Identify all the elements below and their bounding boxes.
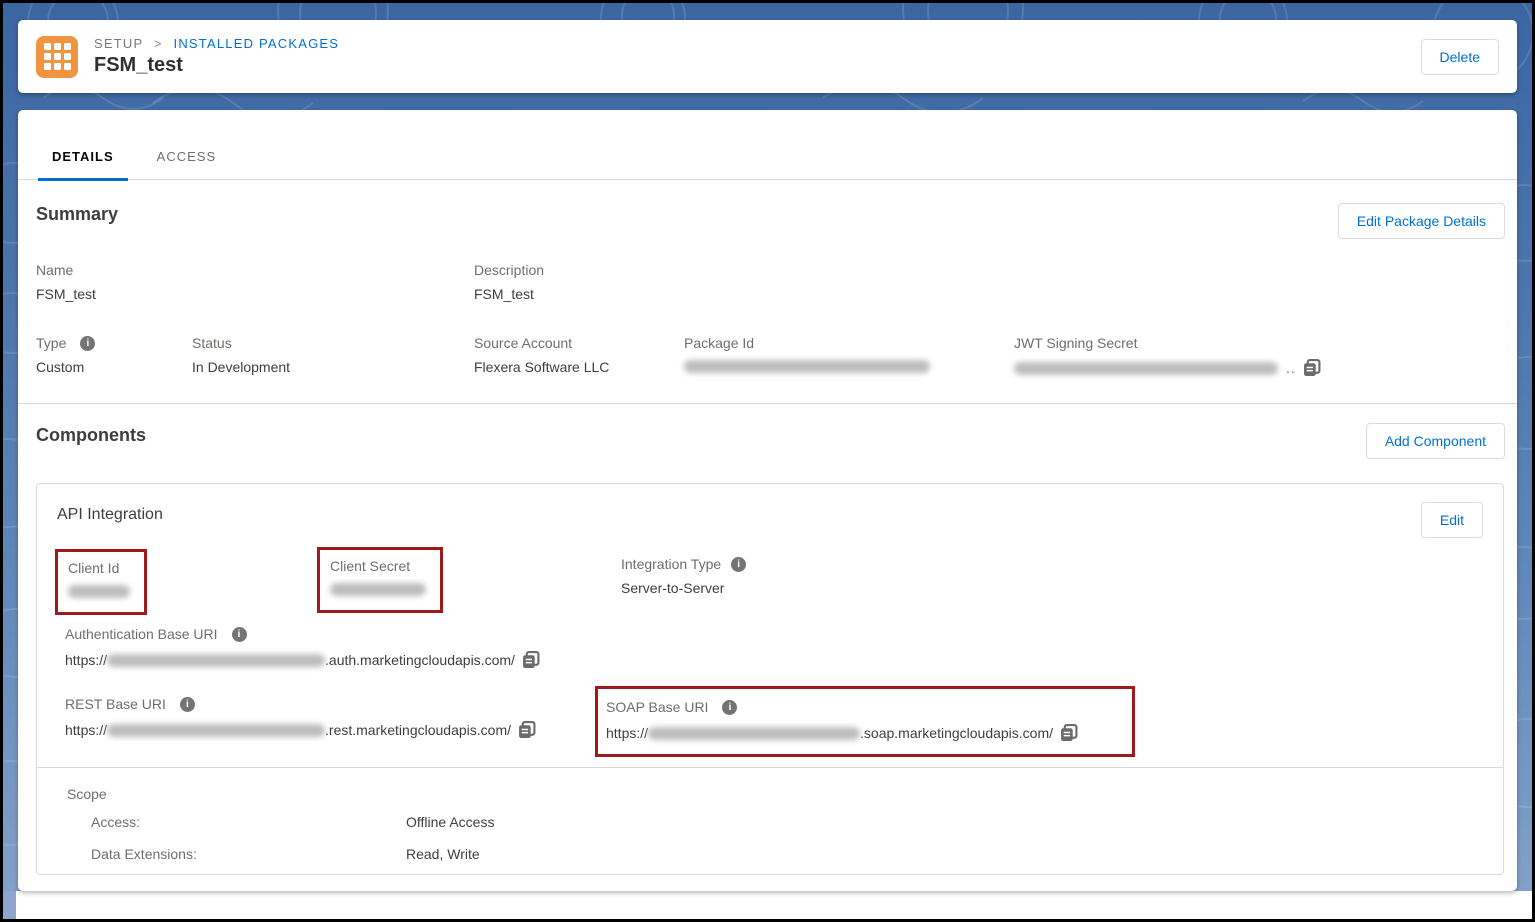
installed-packages-grid-icon <box>36 36 78 78</box>
scope-data-extensions-value: Read, Write <box>406 846 480 862</box>
redacted-rest-uri-subdomain <box>107 724 325 737</box>
screenshot-frame: SETUP > INSTALLED PACKAGES FSM_test Dele… <box>0 0 1535 922</box>
field-jwt-signing-secret: JWT Signing Secret .. <box>1014 335 1321 377</box>
breadcrumb-installed-packages-link[interactable]: INSTALLED PACKAGES <box>174 36 340 51</box>
soap-base-uri-label: SOAP Base URI <box>606 699 708 715</box>
status-label: Status <box>192 335 290 351</box>
integration-type-value: Server-to-Server <box>621 580 746 596</box>
name-label: Name <box>36 262 96 278</box>
field-status: Status In Development <box>192 335 290 375</box>
bottom-left-banner-strip <box>3 891 16 919</box>
api-card-divider <box>37 767 1503 768</box>
field-client-secret: Client Secret <box>330 558 426 598</box>
page-canvas: SETUP > INSTALLED PACKAGES FSM_test Dele… <box>3 3 1532 919</box>
redacted-jwt-value <box>1014 362 1278 375</box>
source-account-value: Flexera Software LLC <box>474 359 609 375</box>
package-id-label: Package Id <box>684 335 930 351</box>
info-icon[interactable]: i <box>232 627 247 642</box>
tab-details[interactable]: DETAILS <box>38 149 128 179</box>
field-source-account: Source Account Flexera Software LLC <box>474 335 609 375</box>
page-title: FSM_test <box>94 54 1421 77</box>
scope-heading: Scope <box>67 786 107 802</box>
redacted-soap-uri-subdomain <box>648 727 860 740</box>
scope-data-extensions-label: Data Extensions: <box>91 846 197 862</box>
redacted-client-secret-value <box>330 583 426 596</box>
client-secret-label: Client Secret <box>330 558 426 574</box>
tab-access[interactable]: ACCESS <box>143 149 230 179</box>
edit-package-details-button[interactable]: Edit Package Details <box>1338 203 1505 239</box>
field-rest-base-uri: REST Base URI i https:// .rest.marketing… <box>65 696 536 739</box>
auth-uri-suffix: .auth.marketingcloudapis.com/ <box>325 652 515 668</box>
jwt-signing-secret-label: JWT Signing Secret <box>1014 335 1321 351</box>
soap-uri-prefix: https:// <box>606 725 648 741</box>
info-icon[interactable]: i <box>80 336 95 351</box>
redacted-auth-uri-subdomain <box>107 654 325 667</box>
source-account-label: Source Account <box>474 335 609 351</box>
info-icon[interactable]: i <box>722 700 737 715</box>
delete-button[interactable]: Delete <box>1421 39 1499 75</box>
client-id-label: Client Id <box>68 560 130 576</box>
breadcrumb: SETUP > INSTALLED PACKAGES <box>94 36 1421 51</box>
field-client-id: Client Id <box>68 560 130 600</box>
auth-base-uri-label: Authentication Base URI <box>65 626 218 642</box>
field-name: Name FSM_test <box>36 262 96 302</box>
field-type: Type i Custom <box>36 335 95 375</box>
info-icon[interactable]: i <box>731 557 746 572</box>
breadcrumb-separator: > <box>154 36 163 51</box>
annotation-box-soap-base-uri: SOAP Base URI i https:// .soap.marketing… <box>595 686 1135 757</box>
field-package-id: Package Id <box>684 335 930 375</box>
name-value: FSM_test <box>36 286 96 302</box>
status-value: In Development <box>192 359 290 375</box>
type-value: Custom <box>36 359 95 375</box>
copy-icon[interactable] <box>522 651 540 669</box>
rest-uri-prefix: https:// <box>65 722 107 738</box>
annotation-box-client-id: Client Id <box>55 549 147 615</box>
summary-heading: Summary <box>36 204 118 225</box>
field-description: Description FSM_test <box>474 262 544 302</box>
scope-access-label: Access: <box>91 814 140 830</box>
copy-icon[interactable] <box>1060 724 1078 742</box>
type-label: Type <box>36 335 66 351</box>
add-component-button[interactable]: Add Component <box>1366 423 1505 459</box>
main-content-card: DETAILS ACCESS Summary Edit Package Deta… <box>18 110 1517 891</box>
api-integration-title: API Integration <box>57 506 163 524</box>
page-header: SETUP > INSTALLED PACKAGES FSM_test Dele… <box>18 20 1517 93</box>
auth-uri-prefix: https:// <box>65 652 107 668</box>
jwt-ellipsis: .. <box>1286 360 1296 376</box>
edit-api-integration-button[interactable]: Edit <box>1421 502 1483 538</box>
tab-bar: DETAILS ACCESS <box>18 110 1517 180</box>
section-divider <box>18 403 1517 404</box>
rest-base-uri-label: REST Base URI <box>65 696 166 712</box>
rest-uri-suffix: .rest.marketingcloudapis.com/ <box>325 722 511 738</box>
header-text: SETUP > INSTALLED PACKAGES FSM_test <box>94 36 1421 77</box>
field-auth-base-uri: Authentication Base URI i https:// .auth… <box>65 626 540 669</box>
field-integration-type: Integration Type i Server-to-Server <box>621 556 746 596</box>
integration-type-label: Integration Type <box>621 556 721 572</box>
copy-icon[interactable] <box>1303 359 1321 377</box>
redacted-client-id-value <box>68 585 130 598</box>
redacted-package-id-value <box>684 360 930 373</box>
annotation-box-client-secret: Client Secret <box>317 547 443 613</box>
components-heading: Components <box>36 425 146 446</box>
description-value: FSM_test <box>474 286 544 302</box>
breadcrumb-setup: SETUP <box>94 36 143 51</box>
description-label: Description <box>474 262 544 278</box>
soap-uri-suffix: .soap.marketingcloudapis.com/ <box>860 725 1053 741</box>
field-soap-base-uri: SOAP Base URI i https:// .soap.marketing… <box>606 699 1120 742</box>
api-integration-card: API Integration Edit Client Id Client Se… <box>36 483 1504 875</box>
scope-access-value: Offline Access <box>406 814 494 830</box>
info-icon[interactable]: i <box>180 697 195 712</box>
copy-icon[interactable] <box>518 721 536 739</box>
